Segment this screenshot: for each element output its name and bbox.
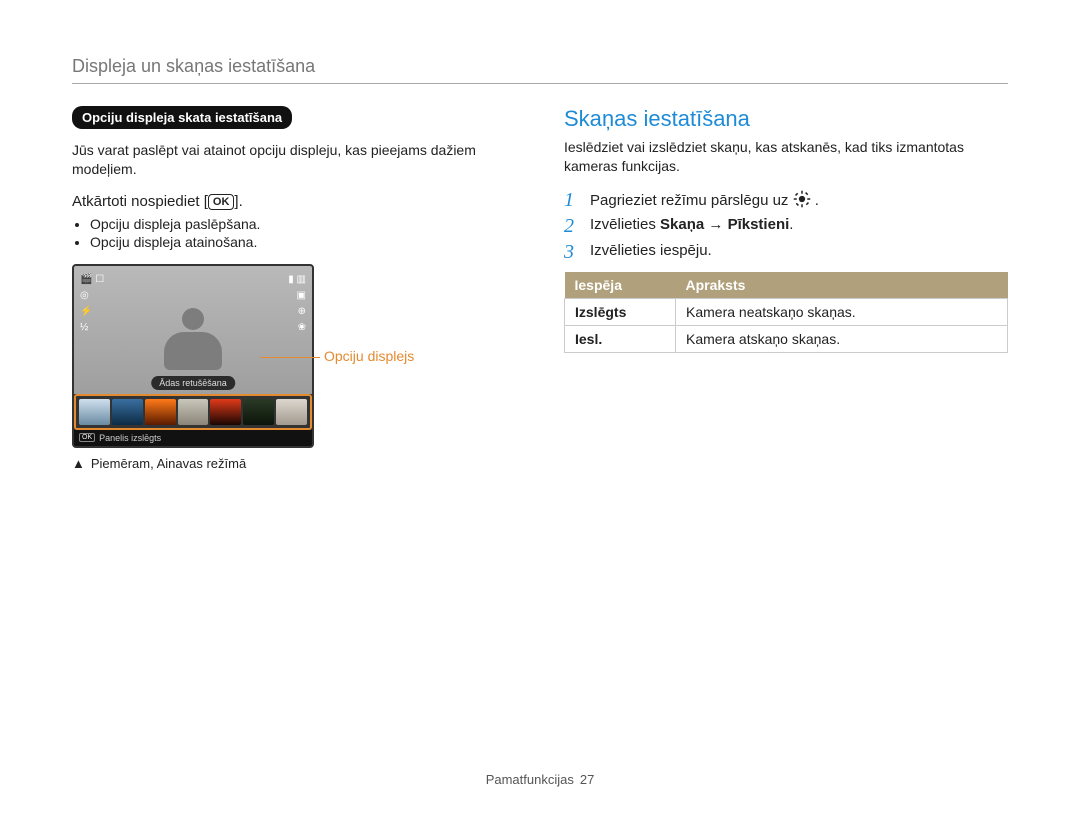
step-1-text: Pagrieziet režīmu pārslēgu uz . <box>590 190 819 209</box>
lcd-icons-right: ▮ ▥▣⊕❀ <box>288 272 306 336</box>
page-footer: Pamatfunkcijas 27 <box>0 772 1080 787</box>
bullet-hide: Opciju displeja paslēpšana. <box>90 216 516 232</box>
lcd-caption: ▲ Piemēram, Ainavas režīmā <box>72 456 516 471</box>
page-number: 27 <box>580 772 594 787</box>
ok-mini-icon: OK <box>79 433 95 442</box>
right-column: Skaņas iestatīšana Ieslēdziet vai izslēd… <box>564 106 1008 471</box>
th-description: Apraksts <box>676 272 1008 299</box>
gear-icon <box>793 190 811 208</box>
options-table: Iespēja Apraksts Izslēgts Kamera neatska… <box>564 272 1008 353</box>
option-thumbnails <box>74 394 312 430</box>
table-row: Iesl. Kamera atskaņo skaņas. <box>565 325 1008 352</box>
opt-on-key: Iesl. <box>565 325 676 352</box>
step-2-number: 2 <box>564 216 580 236</box>
left-bullets: Opciju displeja paslēpšana. Opciju displ… <box>72 216 516 250</box>
camera-lcd-mock: 🎬 ☐◎⚡½ ▮ ▥▣⊕❀ Ādas retušēšana <box>72 264 314 448</box>
retouch-chip: Ādas retušēšana <box>151 376 235 390</box>
step-3-text: Izvēlieties iespēju. <box>590 242 712 259</box>
footer-label: Pamatfunkcijas <box>486 772 574 787</box>
left-column: Opciju displeja skata iestatīšana Jūs va… <box>72 106 516 471</box>
left-intro: Jūs varat paslēpt vai atainot opciju dis… <box>72 141 516 179</box>
repeat-press-post: ]. <box>234 193 242 210</box>
opciju-display-label: Opciju displejs <box>324 348 414 364</box>
th-option: Iespēja <box>565 272 676 299</box>
step-2-text: Izvēlieties Skaņa → Pīkstieni. <box>590 216 793 233</box>
option-view-chip: Opciju displeja skata iestatīšana <box>72 106 292 129</box>
right-intro: Ieslēdziet vai izslēdziet skaņu, kas ats… <box>564 138 1008 176</box>
opt-on-val: Kamera atskaņo skaņas. <box>676 325 1008 352</box>
repeat-press-pre: Atkārtoti nospiediet [ <box>72 193 208 210</box>
steps-list: 1 Pagrieziet režīmu pārslēgu uz . 2 Izvē… <box>564 190 1008 262</box>
bullet-show: Opciju displeja atainošana. <box>90 234 516 250</box>
sound-settings-title: Skaņas iestatīšana <box>564 106 1008 132</box>
panel-off-bar: OK Panelis izslēgts <box>74 430 312 446</box>
page-title: Displeja un skaņas iestatīšana <box>72 56 1008 84</box>
leader-line-icon <box>260 357 320 358</box>
ok-button-icon: OK <box>208 194 235 210</box>
opt-off-val: Kamera neatskaņo skaņas. <box>676 298 1008 325</box>
lcd-icons-left: 🎬 ☐◎⚡½ <box>80 272 104 336</box>
silhouette-icon <box>164 308 222 370</box>
panel-off-label: Panelis izslēgts <box>99 433 161 443</box>
step-1-number: 1 <box>564 190 580 210</box>
step-3-number: 3 <box>564 242 580 262</box>
caption-up-arrow-icon: ▲ <box>72 456 85 471</box>
caption-text: Piemēram, Ainavas režīmā <box>91 456 246 471</box>
opt-off-key: Izslēgts <box>565 298 676 325</box>
table-row: Izslēgts Kamera neatskaņo skaņas. <box>565 298 1008 325</box>
repeat-press-line: Atkārtoti nospiediet [OK]. <box>72 193 516 210</box>
